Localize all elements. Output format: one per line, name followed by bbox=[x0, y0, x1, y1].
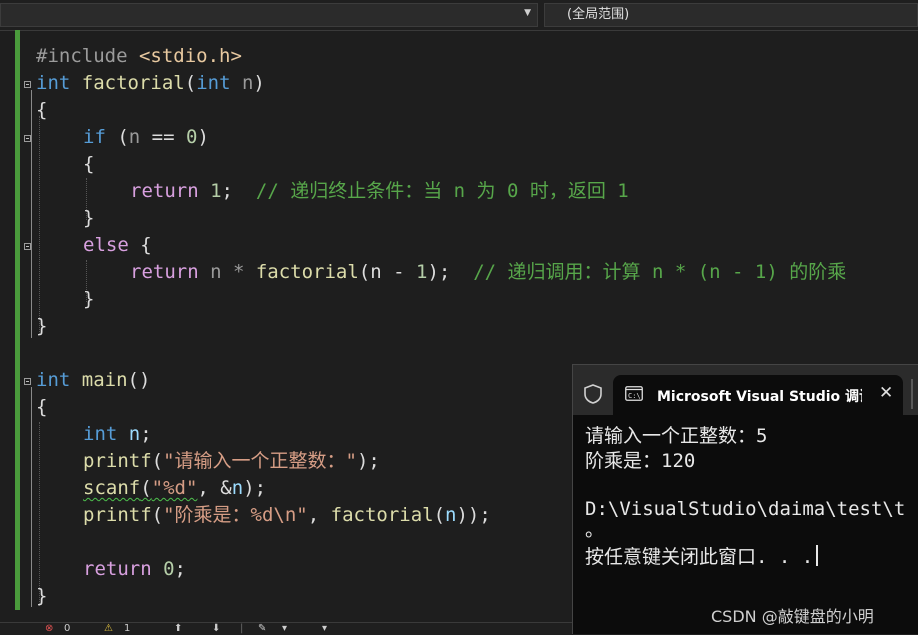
text-cursor bbox=[816, 545, 819, 566]
terminal-icon: C:\ bbox=[625, 386, 643, 401]
nav-up-icon[interactable]: ⬆ bbox=[174, 623, 182, 634]
code-line-4: if (n == 0) bbox=[83, 126, 209, 148]
fold-collapse-icon[interactable] bbox=[24, 243, 31, 250]
svg-text:C:\: C:\ bbox=[628, 392, 641, 400]
indent-guide bbox=[39, 422, 40, 606]
chevron-down-icon: ▼ bbox=[524, 8, 531, 18]
scope-label: (全局范围) bbox=[567, 7, 630, 22]
fold-collapse-icon[interactable] bbox=[24, 81, 31, 88]
code-line-7: } bbox=[83, 207, 95, 229]
warning-count: 1 bbox=[124, 623, 131, 634]
error-icon[interactable]: ⊗ bbox=[45, 623, 53, 634]
debug-console-window[interactable]: C:\ Microsoft Visual Studio 调试控制台 ✕ 请输入一… bbox=[572, 364, 918, 634]
code-line-16: scanf("%d", &n); bbox=[83, 477, 267, 499]
code-line-8: else { bbox=[83, 234, 152, 256]
warning-icon[interactable]: ⚠ bbox=[104, 623, 113, 634]
code-line-14: int n; bbox=[83, 423, 152, 445]
code-line-18: return 0; bbox=[83, 558, 186, 580]
comment: // 递归终止条件：当 n 为 0 时，返回 1 bbox=[255, 180, 629, 202]
member-dropdown[interactable]: ▼ bbox=[0, 3, 538, 27]
code-line-6: return 1; // 递归终止条件：当 n 为 0 时，返回 1 bbox=[130, 180, 629, 202]
code-line-15: printf("请输入一个正整数："); bbox=[83, 450, 380, 472]
console-output-line: D:\VisualStudio\daima\test\t bbox=[585, 498, 906, 520]
code-line-2: int factorial(int n) bbox=[36, 72, 265, 94]
console-output-line: 请输入一个正整数：5 bbox=[585, 425, 768, 447]
indent-guide bbox=[39, 116, 40, 334]
error-count: 0 bbox=[64, 623, 71, 634]
code-line-1: #include <stdio.h> bbox=[36, 45, 242, 67]
code-line-9: return n * factorial(n - 1); // 递归调用：计算 … bbox=[130, 261, 847, 283]
brush-icon[interactable]: ✎ bbox=[258, 623, 266, 634]
close-icon[interactable]: ✕ bbox=[879, 383, 893, 403]
warning-squiggle[interactable]: scanf("%d" bbox=[83, 477, 197, 499]
chevron-down-icon[interactable]: ▾ bbox=[282, 623, 287, 634]
change-tracking-bar bbox=[15, 30, 20, 610]
nav-down-icon[interactable]: ⬇ bbox=[212, 623, 220, 634]
watermark: CSDN @敲键盘的小明 bbox=[711, 607, 874, 626]
code-line-12: int main() bbox=[36, 369, 151, 391]
tab-divider bbox=[911, 379, 913, 409]
console-tab[interactable]: C:\ Microsoft Visual Studio 调试控制台 ✕ bbox=[613, 375, 903, 415]
fold-collapse-icon[interactable] bbox=[24, 378, 31, 385]
code-line-5: { bbox=[83, 153, 95, 175]
code-line-10: } bbox=[83, 288, 95, 310]
code-line-11: } bbox=[36, 315, 48, 337]
console-prompt-line: 按任意键关闭此窗口. . . bbox=[585, 545, 819, 569]
code-line-3: { bbox=[36, 99, 48, 121]
console-tab-title: Microsoft Visual Studio 调试控制台 bbox=[657, 389, 862, 405]
scope-guide-line bbox=[31, 90, 32, 338]
scope-guide-line bbox=[31, 387, 32, 607]
shield-icon bbox=[584, 384, 602, 404]
console-output-line: 阶乘是：120 bbox=[585, 450, 696, 472]
scope-dropdown[interactable]: (全局范围) bbox=[544, 3, 918, 27]
code-line-19: } bbox=[36, 585, 48, 607]
console-output-line: 。 bbox=[585, 519, 605, 541]
separator: | bbox=[240, 623, 244, 634]
code-line-13: { bbox=[36, 396, 48, 418]
fold-collapse-icon[interactable] bbox=[24, 135, 31, 142]
navigation-bar: ▼ (全局范围) bbox=[0, 0, 918, 31]
code-line-17: printf("阶乘是：%d\n", factorial(n)); bbox=[83, 504, 491, 526]
console-titlebar: C:\ Microsoft Visual Studio 调试控制台 ✕ bbox=[573, 365, 918, 415]
chevron-down-icon[interactable]: ▾ bbox=[322, 623, 327, 634]
comment: // 递归调用：计算 n * (n - 1) 的阶乘 bbox=[473, 261, 847, 283]
